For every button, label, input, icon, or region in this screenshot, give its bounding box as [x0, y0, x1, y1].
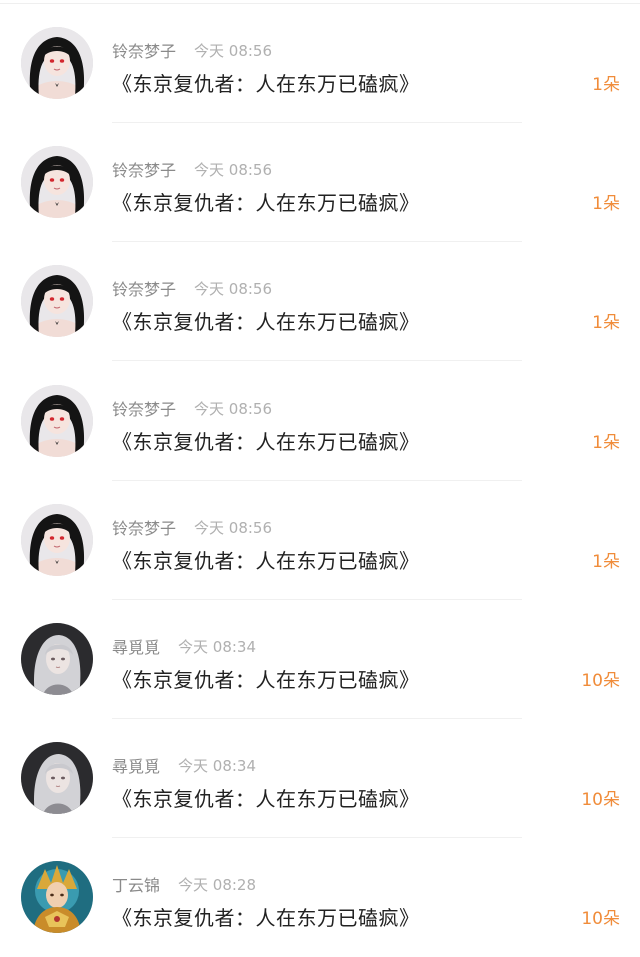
book-title[interactable]: 《东京复仇者：人在东万已磕疯》	[112, 68, 420, 97]
timestamp: 今天 08:56	[194, 518, 273, 537]
timestamp: 今天 08:28	[178, 875, 257, 894]
gift-amount: 1朵	[592, 433, 620, 453]
book-title[interactable]: 《东京复仇者：人在东万已磕疯》	[112, 187, 420, 216]
gift-amount: 1朵	[592, 75, 620, 95]
anime-girl-black-hair-avatar	[21, 504, 93, 576]
list-item[interactable]: 尋覓覓 今天 08:34 《东京复仇者：人在东万已磕疯》 10朵	[0, 719, 640, 838]
avatar[interactable]	[21, 265, 93, 337]
timestamp: 今天 08:56	[194, 160, 273, 179]
username[interactable]: 铃奈梦子	[112, 276, 176, 300]
list-item[interactable]: 丁云锦 今天 08:28 《东京复仇者：人在东万已磕疯》 10朵	[0, 838, 640, 957]
list-item[interactable]: 铃奈梦子 今天 08:56 《东京复仇者：人在东万已磕疯》 1朵	[0, 4, 640, 123]
username[interactable]: 铃奈梦子	[112, 157, 176, 181]
list-item[interactable]: 铃奈梦子 今天 08:56 《东京复仇者：人在东万已磕疯》 1朵	[0, 242, 640, 361]
golden-warrior-avatar	[21, 861, 93, 933]
silver-hair-girl-avatar	[21, 623, 93, 695]
username[interactable]: 尋覓覓	[112, 634, 160, 658]
gift-amount: 1朵	[592, 194, 620, 214]
timestamp: 今天 08:56	[194, 41, 273, 60]
list-item[interactable]: 尋覓覓 今天 08:34 《东京复仇者：人在东万已磕疯》 10朵	[0, 600, 640, 719]
username[interactable]: 丁云锦	[112, 872, 160, 896]
book-title[interactable]: 《东京复仇者：人在东万已磕疯》	[112, 426, 420, 455]
avatar[interactable]	[21, 146, 93, 218]
row-divider	[112, 360, 522, 361]
silver-hair-girl-avatar	[21, 742, 93, 814]
timestamp: 今天 08:34	[178, 756, 257, 775]
gift-amount: 10朵	[581, 671, 620, 691]
timestamp: 今天 08:56	[194, 399, 273, 418]
gift-amount: 10朵	[581, 909, 620, 929]
anime-girl-black-hair-avatar	[21, 146, 93, 218]
list-item[interactable]: 铃奈梦子 今天 08:56 《东京复仇者：人在东万已磕疯》 1朵	[0, 362, 640, 481]
anime-girl-black-hair-avatar	[21, 27, 93, 99]
gift-amount: 10朵	[581, 790, 620, 810]
username[interactable]: 铃奈梦子	[112, 515, 176, 539]
username[interactable]: 铃奈梦子	[112, 38, 176, 62]
avatar[interactable]	[21, 27, 93, 99]
avatar[interactable]	[21, 385, 93, 457]
book-title[interactable]: 《东京复仇者：人在东万已磕疯》	[112, 902, 420, 931]
timestamp: 今天 08:34	[178, 637, 257, 656]
book-title[interactable]: 《东京复仇者：人在东万已磕疯》	[112, 306, 420, 335]
anime-girl-black-hair-avatar	[21, 385, 93, 457]
book-title[interactable]: 《东京复仇者：人在东万已磕疯》	[112, 783, 420, 812]
avatar[interactable]	[21, 504, 93, 576]
username[interactable]: 尋覓覓	[112, 753, 160, 777]
list-item[interactable]: 铃奈梦子 今天 08:56 《东京复仇者：人在东万已磕疯》 1朵	[0, 481, 640, 600]
avatar[interactable]	[21, 623, 93, 695]
username[interactable]: 铃奈梦子	[112, 396, 176, 420]
avatar[interactable]	[21, 742, 93, 814]
anime-girl-black-hair-avatar	[21, 265, 93, 337]
timestamp: 今天 08:56	[194, 279, 273, 298]
gift-amount: 1朵	[592, 313, 620, 333]
book-title[interactable]: 《东京复仇者：人在东万已磕疯》	[112, 664, 420, 693]
list-item[interactable]: 铃奈梦子 今天 08:56 《东京复仇者：人在东万已磕疯》 1朵	[0, 123, 640, 242]
gift-amount: 1朵	[592, 552, 620, 572]
avatar[interactable]	[21, 861, 93, 933]
book-title[interactable]: 《东京复仇者：人在东万已磕疯》	[112, 545, 420, 574]
